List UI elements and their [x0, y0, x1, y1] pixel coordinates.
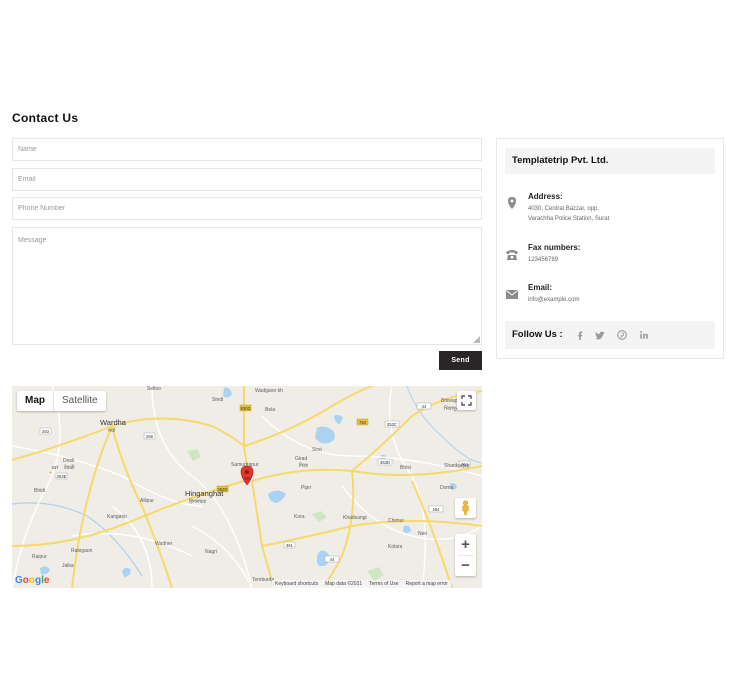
place-label: देवळी	[64, 465, 75, 471]
map-type-satellite-button[interactable]: Satellite	[54, 391, 106, 411]
place-label: गिरड	[299, 463, 308, 469]
map-tiles: 26325844353C353D353E 36136144264264930D35…	[12, 386, 482, 588]
address-line: 4030, Central Bazzar, opp.	[528, 206, 600, 212]
zoom-in-button[interactable]: +	[455, 534, 476, 555]
name-input[interactable]	[12, 138, 482, 161]
place-label: Wadgaon kh	[255, 388, 283, 394]
google-logo-letter: G	[15, 575, 23, 586]
place-label: Bhisi	[400, 465, 411, 471]
road-shield-label: 353D	[380, 460, 390, 465]
road-shield-label: 247	[52, 465, 60, 470]
place-label: Kolara	[388, 544, 403, 550]
place-label: Chimur	[388, 518, 405, 524]
road-shield-label: 353C	[387, 422, 397, 427]
phone-input[interactable]	[12, 197, 482, 220]
road-shield-label: 44	[330, 557, 335, 562]
address-label: Address:	[528, 192, 563, 201]
email-label: Email:	[528, 283, 553, 292]
telephone-icon	[506, 250, 518, 260]
place-label: Doma	[440, 485, 454, 491]
company-name: Templatetrip Pvt. Ltd.	[505, 148, 715, 174]
place-label: भिवापूर	[444, 406, 458, 412]
place-label: Bhidi	[34, 488, 46, 494]
email-value[interactable]: info@example.com	[528, 295, 708, 305]
place-label: Bela	[265, 407, 276, 413]
road-shield-label: 44	[422, 404, 427, 409]
twitter-icon[interactable]	[595, 330, 605, 340]
google-map[interactable]: 263 258 44 353C 353D 353E 361 361 44 264 264 930D 35…	[12, 386, 482, 588]
follow-us-label: Follow Us :	[512, 329, 563, 340]
address-value: 4030, Central Bazzar, opp. Varachha Poli…	[528, 204, 708, 224]
place-label: Girad	[295, 456, 308, 462]
map-type-control: Map Satellite	[17, 391, 106, 411]
place-label: Wardha	[100, 418, 126, 427]
place-label: Jalka	[62, 563, 74, 569]
place-label: Nagri	[205, 549, 217, 555]
place-label: Pipri	[301, 485, 312, 491]
place-label: Allipur	[140, 498, 154, 504]
road-shield-label: 753	[359, 420, 367, 425]
road-shield-label: 353E	[57, 474, 67, 479]
place-label: Khadsangi	[343, 515, 367, 521]
message-textarea[interactable]	[12, 227, 482, 345]
zoom-control: + −	[455, 534, 476, 576]
place-label: Raipur	[32, 554, 47, 560]
fax-label: Fax numbers:	[528, 243, 581, 252]
road-shield-label: 263	[42, 429, 50, 434]
terms-of-use-link[interactable]: Terms of Use	[369, 581, 398, 587]
place-label: Temburda	[252, 577, 275, 583]
report-map-error-link[interactable]: Report a map error	[406, 581, 448, 587]
zoom-out-button[interactable]: −	[455, 555, 476, 576]
map-data-text: Map data ©2021	[325, 581, 363, 587]
fax-value: 123456789	[528, 257, 559, 263]
email-input[interactable]	[12, 168, 482, 191]
place-label: हिंगणघाट	[189, 499, 207, 505]
follow-us-bar: Follow Us :	[505, 321, 715, 349]
contact-info-card: Templatetrip Pvt. Ltd. Address: 4030, Ce…	[496, 138, 724, 359]
road-shield-label: 930D	[240, 406, 250, 411]
address-line: Varachha Police Station, Surat	[528, 216, 610, 222]
road-shield-label: 264	[433, 507, 441, 512]
zoom-divider	[458, 555, 473, 556]
textarea-resize-handle[interactable]	[473, 336, 480, 343]
linkedin-icon[interactable]	[639, 330, 649, 340]
place-label: Kangaon	[107, 514, 128, 520]
place-label: Samudrapur	[231, 462, 259, 468]
place-label: वर्धा	[108, 428, 116, 434]
place-label: Sindi	[212, 397, 224, 403]
place-label: Kora	[294, 514, 305, 520]
page-title: Contact Us	[12, 111, 79, 125]
road-shield-label: 361	[244, 476, 252, 481]
location-pin-icon	[508, 197, 516, 209]
facebook-icon[interactable]	[575, 330, 585, 340]
road-shield-label: 361	[286, 543, 294, 548]
envelope-icon	[506, 290, 518, 299]
place-label: Hinganghat	[185, 489, 224, 498]
pinterest-icon[interactable]	[617, 330, 627, 340]
place-label: Sirsi	[312, 447, 322, 453]
place-label: Wadner	[155, 541, 173, 547]
google-logo[interactable]: Google	[15, 575, 49, 586]
fullscreen-icon	[461, 395, 472, 406]
place-label: Shankarpur	[444, 463, 470, 469]
keyboard-shortcuts-link[interactable]: Keyboard shortcuts	[275, 581, 318, 587]
place-label: Ralegaon	[71, 548, 93, 554]
street-view-button[interactable]	[455, 498, 476, 518]
fullscreen-button[interactable]	[457, 391, 476, 410]
pegman-icon	[462, 500, 469, 516]
place-label: Selloo	[147, 386, 161, 392]
map-type-map-button[interactable]: Map	[17, 391, 54, 411]
place-label: Neri	[418, 531, 428, 537]
send-button[interactable]: Send	[439, 351, 482, 370]
map-attribution: Keyboard shortcuts Map data ©2021 Terms …	[272, 580, 451, 588]
google-logo-letter: e	[43, 575, 50, 586]
road-shield-label: 258	[146, 434, 154, 439]
place-label: Deoli	[63, 458, 75, 464]
